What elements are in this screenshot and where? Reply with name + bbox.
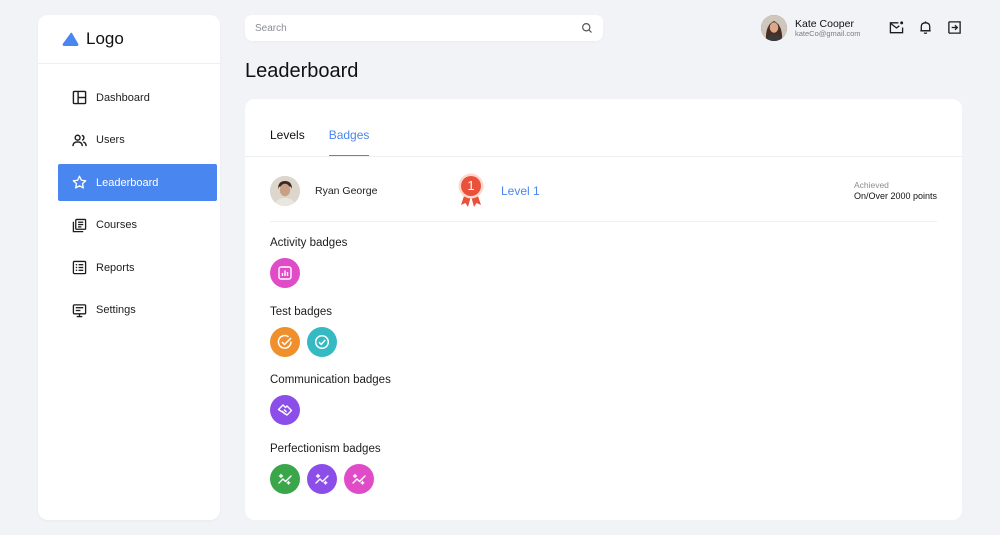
search-bar: [245, 15, 603, 41]
profile-row: Ryan George 1 Level 1 Achieved On/Over 2…: [270, 173, 937, 222]
medal-icon: 1: [458, 171, 484, 211]
user-profile[interactable]: Kate Cooper kateCo@gmail.com: [761, 15, 877, 41]
reports-icon: [72, 260, 87, 275]
user-name: Kate Cooper: [795, 17, 854, 30]
perfectionism-badges-section: Perfectionism badges: [270, 443, 381, 494]
avatar[interactable]: [761, 15, 787, 41]
sidebar: Logo Dashboard Users Leaderboard Courses: [38, 15, 220, 520]
header-actions: [889, 20, 962, 35]
tab-levels[interactable]: Levels: [270, 128, 305, 156]
tab-badges[interactable]: Badges: [328, 128, 370, 156]
leaderboard-card: Levels Badges Ryan George 1 Level 1 Achi…: [245, 99, 962, 520]
sidebar-item-label: Reports: [96, 261, 135, 274]
sidebar-item-courses[interactable]: Courses: [58, 207, 217, 244]
search-icon[interactable]: [581, 22, 593, 34]
badge-group-title: Test badges: [270, 306, 333, 318]
badge-group-title: Communication badges: [270, 374, 391, 386]
avatar[interactable]: [270, 176, 300, 206]
logo-text: Logo: [86, 29, 124, 48]
test-badges-section: Test badges: [270, 306, 337, 357]
chart-icon[interactable]: [270, 258, 300, 288]
profile-name: Ryan George: [315, 185, 378, 197]
dashboard-icon: [72, 90, 87, 105]
sparkle-trend-icon[interactable]: [344, 464, 374, 494]
courses-icon: [72, 218, 87, 233]
check-circle-icon[interactable]: [307, 327, 337, 357]
users-icon: [72, 133, 87, 148]
sidebar-item-label: Courses: [96, 219, 137, 231]
badge-list: [270, 395, 391, 425]
badge-list: [270, 327, 337, 357]
logo-icon: [62, 32, 79, 46]
user-info: Kate Cooper kateCo@gmail.com: [795, 18, 877, 39]
mail-icon[interactable]: [889, 20, 904, 35]
tabs: Levels Badges: [245, 99, 962, 157]
badge-list: [270, 258, 347, 288]
bell-icon[interactable]: [918, 20, 933, 35]
sidebar-item-users[interactable]: Users: [58, 122, 217, 159]
settings-icon: [72, 303, 87, 318]
sidebar-item-label: Dashboard: [96, 91, 150, 104]
achieved-value: On/Over 2000 points: [853, 190, 937, 201]
user-email: kateCo@gmail.com: [795, 28, 861, 38]
achieved-label: Achieved: [853, 180, 889, 190]
level-label: Level 1: [501, 184, 540, 198]
sparkle-trend-icon[interactable]: [270, 464, 300, 494]
sidebar-item-label: Leaderboard: [96, 176, 159, 189]
check-circle-icon[interactable]: [270, 327, 300, 357]
sidebar-item-label: Settings: [96, 304, 136, 316]
page-title: Leaderboard: [245, 60, 359, 82]
badge-group-title: Perfectionism badges: [270, 443, 381, 455]
sidebar-item-dashboard[interactable]: Dashboard: [58, 79, 217, 116]
sidebar-item-settings[interactable]: Settings: [58, 292, 217, 329]
sidebar-item-leaderboard[interactable]: Leaderboard: [58, 164, 217, 201]
medal-number: 1: [467, 178, 475, 193]
logo[interactable]: Logo: [38, 15, 220, 64]
badge-group-title: Activity badges: [270, 237, 348, 249]
search-input[interactable]: [255, 22, 581, 34]
sidebar-item-reports[interactable]: Reports: [58, 249, 217, 286]
badge-list: [270, 464, 381, 494]
sparkle-trend-icon[interactable]: [307, 464, 337, 494]
sidebar-item-label: Users: [96, 134, 125, 146]
achievement-status: Achieved On/Over 2000 points: [854, 180, 937, 202]
handshake-icon[interactable]: [270, 395, 300, 425]
logout-icon[interactable]: [947, 20, 962, 35]
star-icon: [72, 175, 87, 190]
sidebar-nav: Dashboard Users Leaderboard Courses Repo…: [38, 79, 220, 329]
communication-badges-section: Communication badges: [270, 374, 391, 425]
activity-badges-section: Activity badges: [270, 237, 347, 288]
